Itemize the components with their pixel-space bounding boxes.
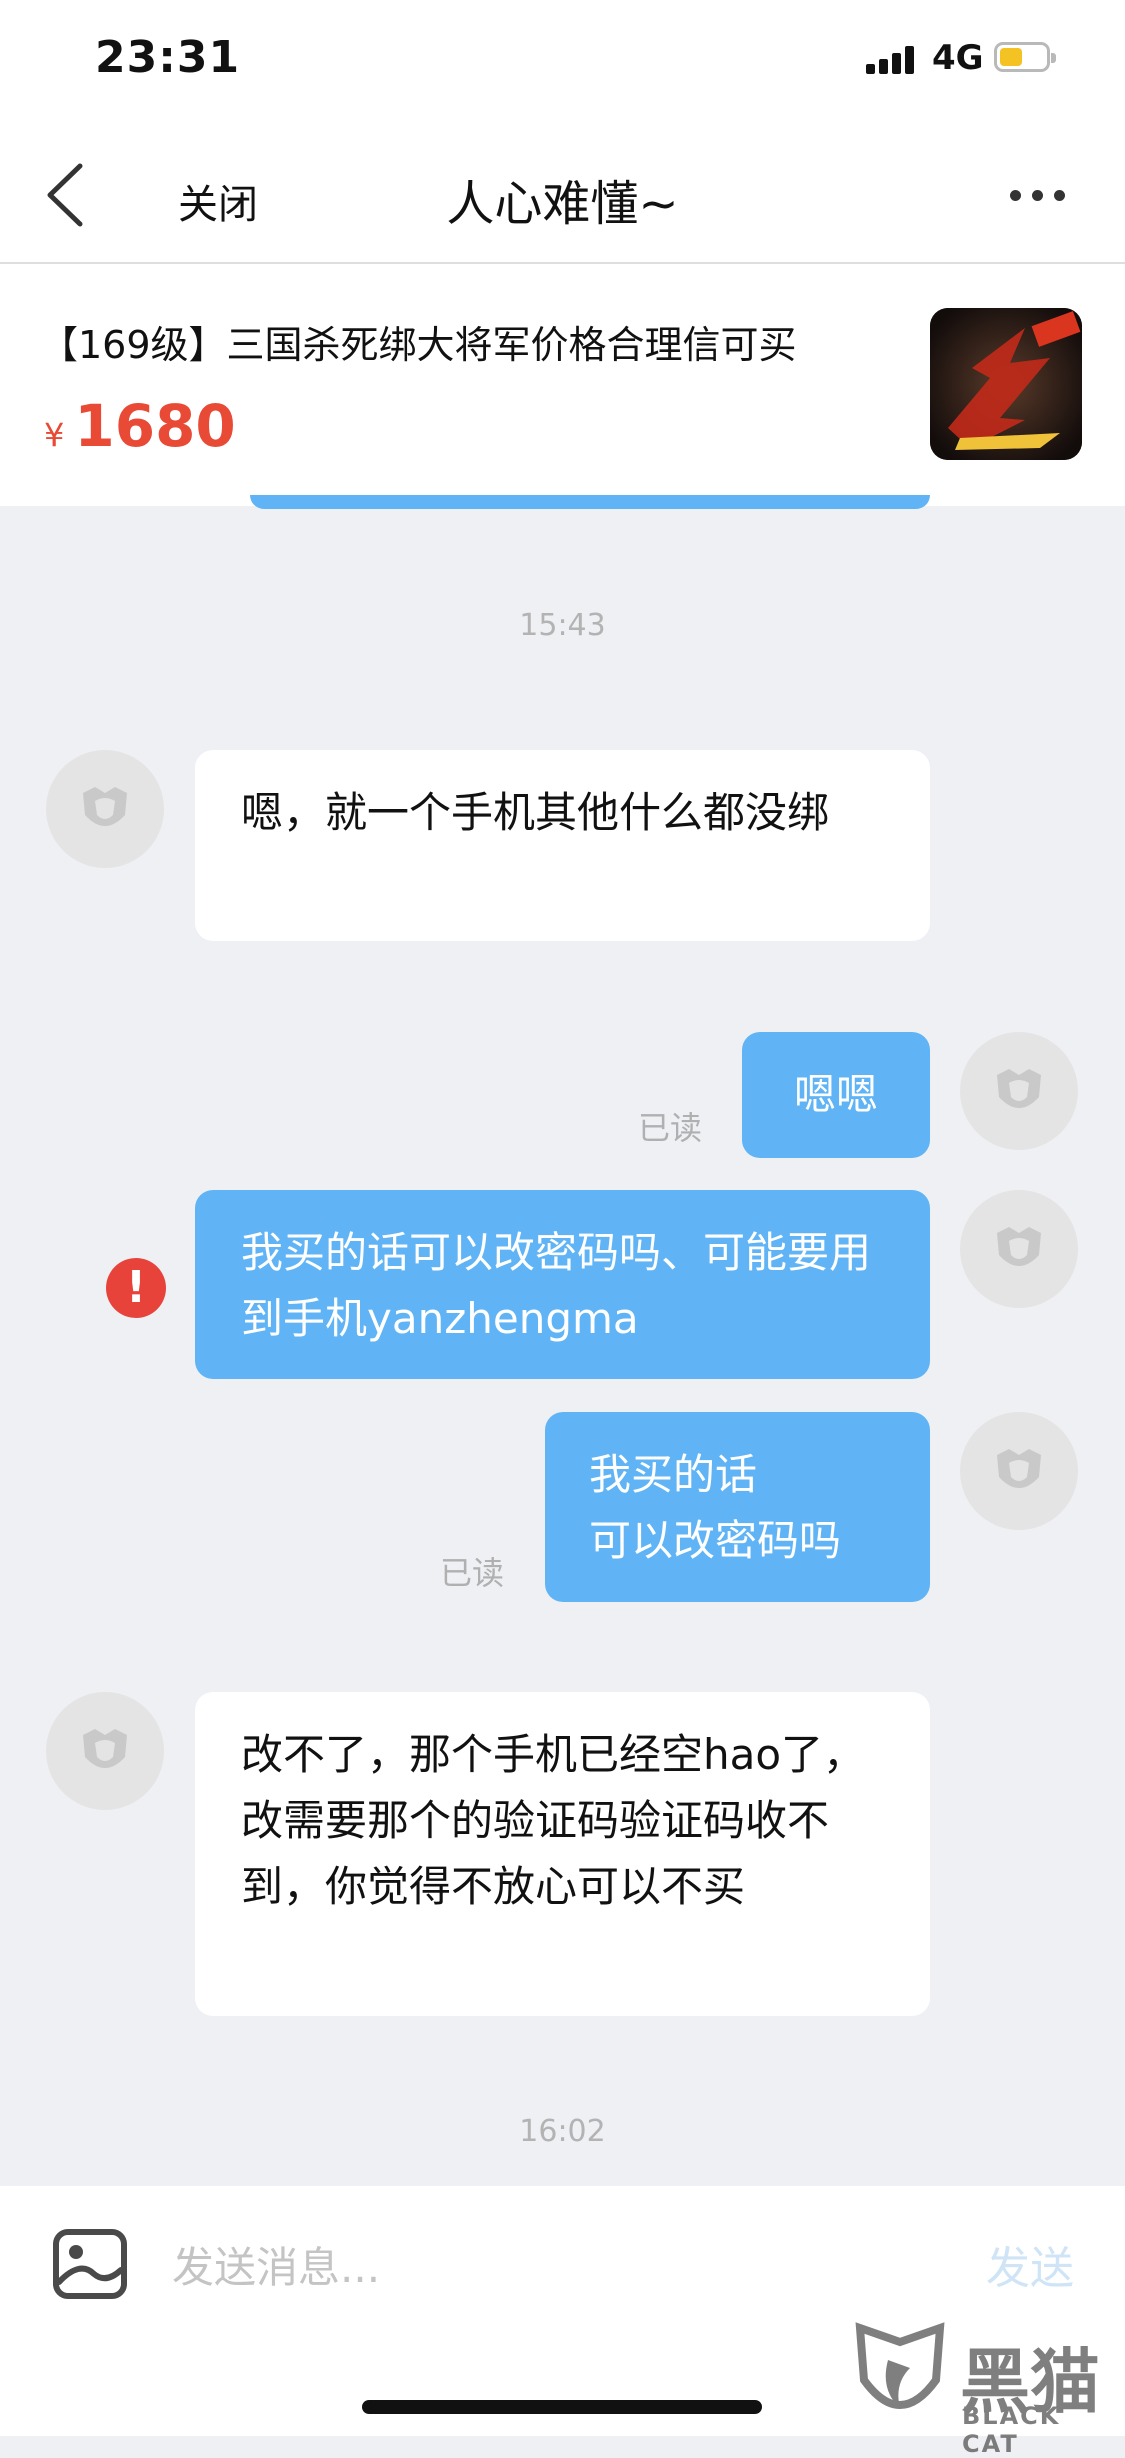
message-bubble-outgoing[interactable]: 我买的话可以改密码吗、可能要用到手机yanzhengma [195, 1190, 930, 1379]
more-options-icon[interactable] [1010, 190, 1070, 202]
blackcat-logo-icon [855, 2322, 945, 2409]
default-avatar-icon [83, 787, 127, 826]
default-avatar-icon [997, 1227, 1041, 1266]
chat-title: 人心难懂~ [446, 176, 679, 232]
product-title: 【169级】三国杀死绑大将军价格合理信可买 [40, 323, 797, 367]
read-status: 已读 [638, 1109, 703, 1147]
product-price: ¥1680 [44, 392, 236, 460]
price-amount: 1680 [74, 392, 236, 460]
home-indicator [362, 2400, 762, 2414]
network-type: 4G [932, 38, 984, 78]
read-status: 已读 [440, 1554, 505, 1592]
currency-symbol: ¥ [44, 416, 65, 454]
send-button[interactable]: 发送 [986, 2232, 1074, 2296]
send-failed-icon[interactable]: ! [106, 1258, 166, 1318]
product-card[interactable]: 【169级】三国杀死绑大将军价格合理信可买 ¥1680 [0, 264, 1125, 506]
message-bubble-incoming[interactable]: 改不了，那个手机已经空hao了，改需要那个的验证码验证码收不到，你觉得不放心可以… [195, 1692, 930, 2016]
game-logo-image [930, 308, 1082, 460]
blackcat-watermark: 黑猫 BLACK CAT [850, 2320, 1120, 2458]
status-bar: 23:31 4G [0, 0, 1125, 120]
message-bubble-outgoing[interactable]: 我买的话 可以改密码吗 [545, 1412, 930, 1602]
timestamp: 15:43 [519, 608, 606, 643]
previous-message-bubble-edge [250, 495, 930, 509]
message-input[interactable]: 发送消息... [172, 2234, 380, 2295]
message-bubble-outgoing[interactable]: 嗯嗯 [742, 1032, 930, 1158]
seller-avatar[interactable] [46, 1692, 164, 1810]
signal-icon [866, 46, 918, 74]
image-picker-icon[interactable] [50, 2224, 130, 2304]
product-thumbnail[interactable] [930, 308, 1082, 460]
user-avatar[interactable] [960, 1190, 1078, 1308]
nav-bar: 关闭 人心难懂~ [0, 120, 1125, 264]
message-bubble-incoming[interactable]: 嗯，就一个手机其他什么都没绑 [195, 750, 930, 941]
default-avatar-icon [83, 1729, 127, 1768]
default-avatar-icon [997, 1069, 1041, 1108]
default-avatar-icon [997, 1449, 1041, 1488]
status-time: 23:31 [95, 32, 241, 83]
user-avatar[interactable] [960, 1032, 1078, 1150]
battery-icon [994, 42, 1056, 72]
watermark-subtext: BLACK CAT [962, 2402, 1061, 2458]
timestamp: 16:02 [519, 2114, 606, 2149]
user-avatar[interactable] [960, 1412, 1078, 1530]
seller-avatar[interactable] [46, 750, 164, 868]
